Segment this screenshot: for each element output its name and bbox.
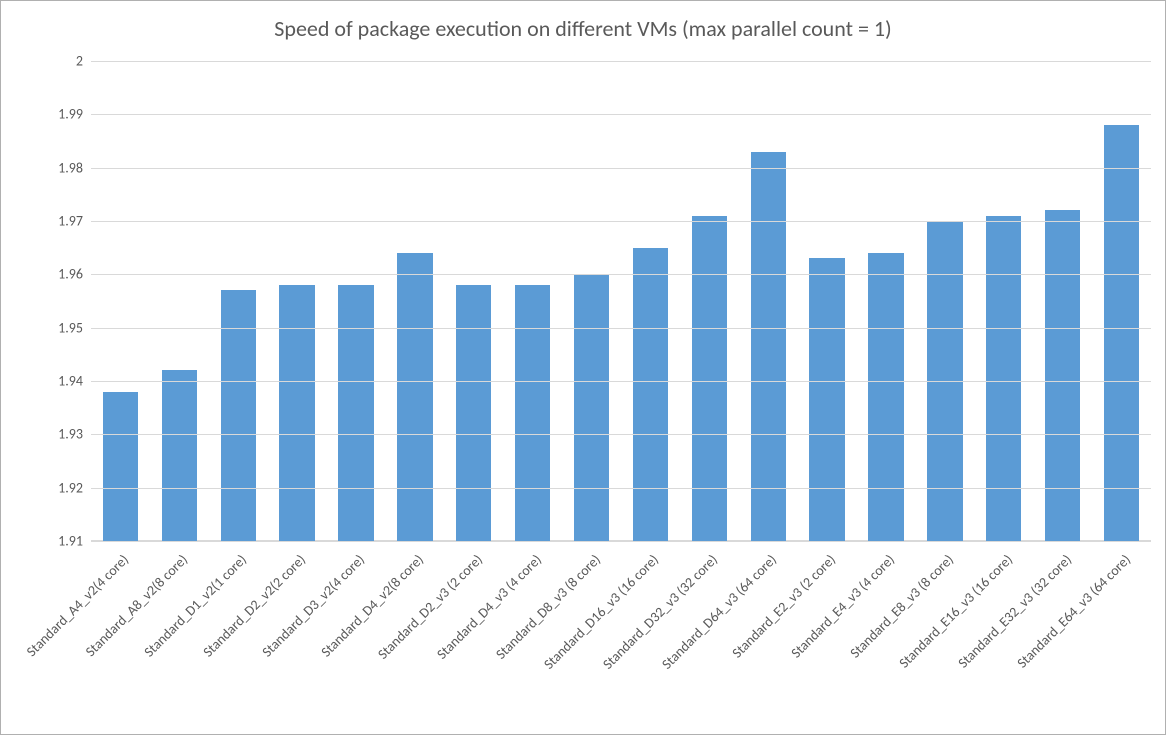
- bar-slot: [857, 61, 916, 541]
- y-tick-label: 1.93: [58, 426, 83, 443]
- bar: [103, 392, 138, 541]
- bar-slot: [91, 61, 150, 541]
- bar-slot: [621, 61, 680, 541]
- y-tick-label: 1.96: [58, 266, 83, 283]
- chart-container: Speed of package execution on different …: [0, 0, 1166, 735]
- y-tick-label: 1.95: [58, 319, 83, 336]
- bar: [692, 216, 727, 541]
- bar: [574, 274, 609, 541]
- y-tick-label: 1.99: [58, 106, 83, 123]
- bar-slot: [739, 61, 798, 541]
- y-tick-label: 1.92: [58, 479, 83, 496]
- grid-line: [91, 488, 1151, 489]
- bar: [456, 285, 491, 541]
- grid-line: [91, 274, 1151, 275]
- bar: [162, 370, 197, 541]
- bar-slot: [974, 61, 1033, 541]
- x-tick-label: Standard_A4_v2(4 core): [23, 551, 132, 660]
- bar-slot: [1092, 61, 1151, 541]
- plot-area: 1.911.921.931.941.951.961.971.981.992: [91, 61, 1151, 541]
- bar-slot: [209, 61, 268, 541]
- bar-slot: [1033, 61, 1092, 541]
- grid-line: [91, 541, 1151, 542]
- grid-line: [91, 114, 1151, 115]
- bar: [633, 248, 668, 541]
- bar-slot: [680, 61, 739, 541]
- grid-line: [91, 381, 1151, 382]
- x-axis-labels: Standard_A4_v2(4 core)Standard_A8_v2(8 c…: [91, 545, 1151, 725]
- bars-group: [91, 61, 1151, 541]
- bar: [338, 285, 373, 541]
- bar: [515, 285, 550, 541]
- y-tick-label: 1.94: [58, 372, 83, 389]
- chart-title: Speed of package execution on different …: [1, 1, 1165, 42]
- bar: [1104, 125, 1139, 541]
- bar-slot: [444, 61, 503, 541]
- grid-line: [91, 168, 1151, 169]
- bar: [809, 258, 844, 541]
- bar-slot: [798, 61, 857, 541]
- bar-slot: [150, 61, 209, 541]
- bar-slot: [562, 61, 621, 541]
- y-tick-label: 1.91: [58, 533, 83, 550]
- grid-line: [91, 61, 1151, 62]
- bar: [986, 216, 1021, 541]
- bar-slot: [385, 61, 444, 541]
- bar: [397, 253, 432, 541]
- bar: [751, 152, 786, 541]
- grid-line: [91, 434, 1151, 435]
- bar-slot: [503, 61, 562, 541]
- bar: [279, 285, 314, 541]
- bar-slot: [915, 61, 974, 541]
- x-label-slot: Standard_E64_v3 (64 core): [1092, 545, 1151, 725]
- bar: [1045, 210, 1080, 541]
- bar-slot: [268, 61, 327, 541]
- bar-slot: [327, 61, 386, 541]
- y-tick-label: 2: [76, 53, 83, 70]
- y-tick-label: 1.98: [58, 159, 83, 176]
- y-tick-label: 1.97: [58, 212, 83, 229]
- grid-line: [91, 328, 1151, 329]
- grid-line: [91, 221, 1151, 222]
- bar: [868, 253, 903, 541]
